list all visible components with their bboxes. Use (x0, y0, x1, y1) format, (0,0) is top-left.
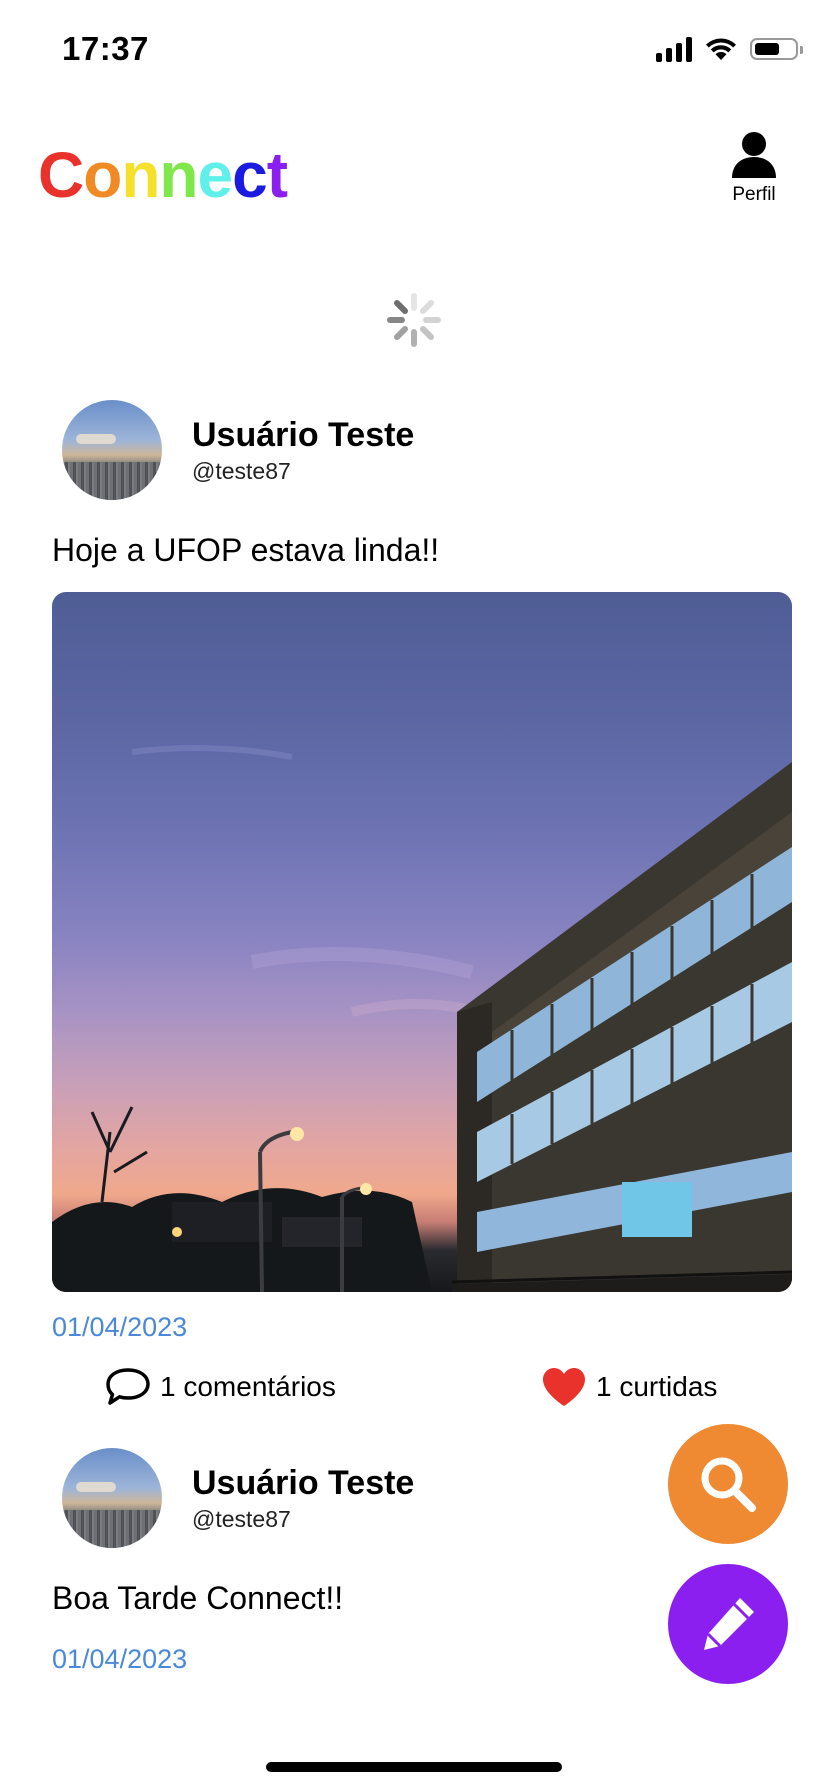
post-date[interactable]: 01/04/2023 (52, 1312, 187, 1343)
avatar[interactable] (62, 400, 162, 500)
person-icon (732, 132, 776, 178)
connect-logo: Connect (38, 138, 288, 212)
user-handle: @teste87 (192, 458, 291, 484)
battery-icon (750, 38, 803, 60)
post-date[interactable]: 01/04/2023 (52, 1644, 187, 1675)
logo-letter: t (266, 139, 288, 211)
user-name: Usuário Teste (192, 416, 415, 454)
profile-button[interactable]: Perfil (714, 130, 794, 206)
post-card: Usuário Teste @teste87 Hoje a UFOP estav… (0, 400, 828, 1406)
likes-count: 1 curtidas (596, 1371, 718, 1402)
post-text: Boa Tarde Connect!! (52, 1580, 344, 1616)
logo-letter: n (121, 139, 160, 211)
status-icons (656, 36, 803, 62)
post-header: Usuário Teste @teste87 (62, 1448, 762, 1548)
like-button[interactable]: 1 curtidas (540, 1366, 717, 1408)
status-time: 17:37 (62, 30, 149, 67)
search-button[interactable] (668, 1424, 788, 1544)
cellular-signal-icon (656, 36, 692, 62)
logo-letter: C (38, 139, 84, 211)
logo-letter: c (232, 139, 268, 211)
pencil-icon (704, 1598, 754, 1650)
heart-icon (543, 1368, 585, 1406)
wifi-icon (706, 38, 736, 60)
user-name: Usuário Teste (192, 1464, 415, 1502)
logo-letter: o (83, 139, 122, 211)
loading-spinner-icon (387, 293, 441, 347)
post-header: Usuário Teste @teste87 (62, 400, 762, 500)
search-icon (701, 1457, 756, 1512)
comments-button[interactable]: 1 comentários (104, 1366, 336, 1408)
comments-count: 1 comentários (160, 1371, 336, 1402)
logo-letter: e (197, 139, 234, 211)
comment-bubble-icon (106, 1368, 150, 1405)
home-indicator[interactable] (266, 1762, 562, 1772)
avatar[interactable] (62, 1448, 162, 1548)
post-actions: 1 comentários 1 curtidas (0, 1366, 828, 1416)
profile-label: Perfil (732, 184, 776, 205)
user-handle: @teste87 (192, 1506, 291, 1532)
logo-letter: n (159, 139, 198, 211)
status-bar: 17:37 (0, 0, 828, 100)
post-text: Hoje a UFOP estava linda!! (52, 532, 440, 568)
post-photo[interactable] (52, 592, 792, 1292)
new-post-button[interactable] (668, 1564, 788, 1684)
app-header: Connect Perfil (0, 120, 828, 230)
